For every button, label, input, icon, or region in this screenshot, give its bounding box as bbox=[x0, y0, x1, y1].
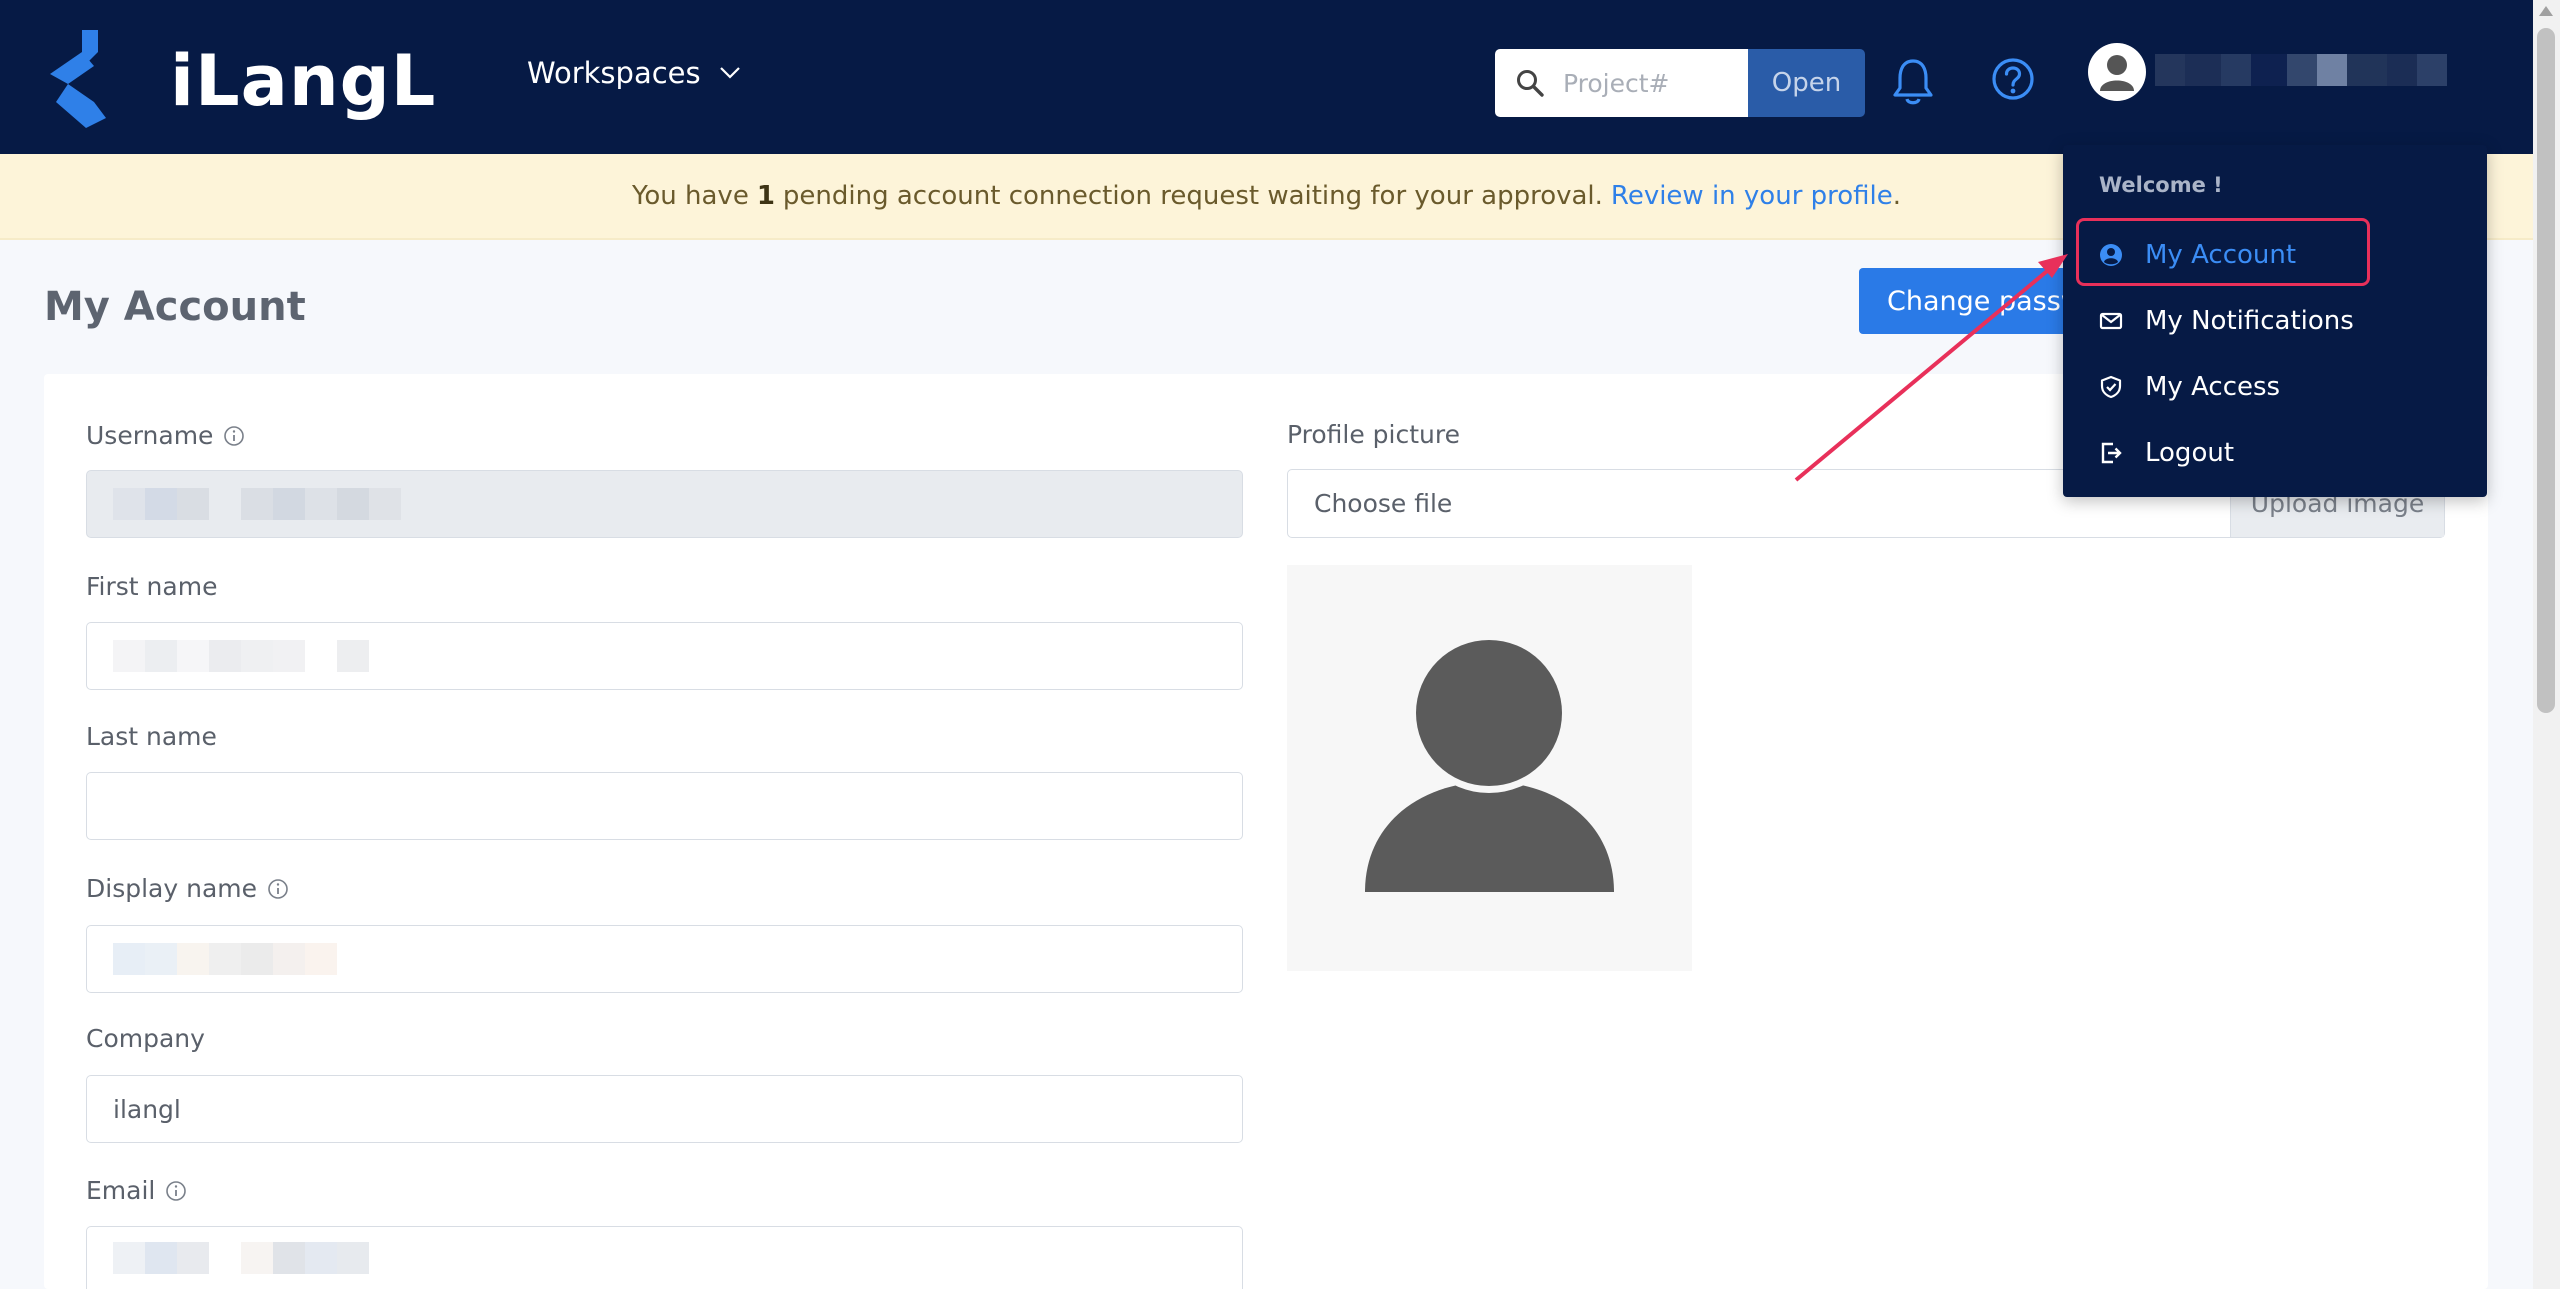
profile-picture-preview bbox=[1287, 565, 1692, 971]
company-field[interactable]: ilangl bbox=[86, 1075, 1243, 1143]
username-redacted[interactable] bbox=[2155, 54, 2447, 86]
logo-mark-icon bbox=[50, 30, 106, 128]
first-name-label: First name bbox=[86, 572, 218, 601]
last-name-label-row: Last name bbox=[86, 722, 217, 751]
display-name-value-redacted bbox=[113, 943, 337, 975]
company-value: ilangl bbox=[113, 1094, 181, 1124]
project-search-box bbox=[1495, 49, 1748, 117]
scroll-up-arrow-icon[interactable] bbox=[2539, 6, 2553, 16]
user-dropdown-menu: Welcome ! My Account My Notifications My… bbox=[2063, 145, 2487, 497]
scrollbar-thumb[interactable] bbox=[2537, 28, 2555, 713]
banner-suffix: . bbox=[1892, 181, 1902, 211]
top-navbar: iLangL Workspaces Open bbox=[0, 0, 2533, 154]
username-value-redacted bbox=[113, 488, 401, 520]
menu-item-label: My Notifications bbox=[2145, 306, 2354, 336]
banner-prefix: You have bbox=[631, 181, 749, 211]
dropdown-welcome: Welcome ! bbox=[2099, 173, 2223, 197]
info-icon[interactable] bbox=[165, 1180, 187, 1202]
banner-count: 1 bbox=[756, 181, 775, 211]
display-name-label-row: Display name bbox=[86, 874, 289, 903]
page-title: My Account bbox=[44, 284, 306, 330]
first-name-value-redacted bbox=[113, 640, 369, 672]
company-label-row: Company bbox=[86, 1024, 205, 1053]
first-name-field[interactable] bbox=[86, 622, 1243, 690]
menu-item-logout[interactable]: Logout bbox=[2099, 438, 2234, 468]
menu-item-label: Logout bbox=[2145, 438, 2235, 468]
brand-logo[interactable]: iLangL bbox=[42, 22, 435, 132]
bell-icon[interactable] bbox=[1890, 56, 1936, 106]
company-label: Company bbox=[86, 1024, 205, 1053]
email-label-row: Email bbox=[86, 1176, 187, 1205]
last-name-label: Last name bbox=[86, 722, 217, 751]
page-scrollbar[interactable] bbox=[2533, 0, 2560, 1289]
choose-file-placeholder: Choose file bbox=[1314, 489, 1453, 518]
display-name-field[interactable] bbox=[86, 925, 1243, 993]
annotation-highlight-box bbox=[2076, 218, 2370, 286]
envelope-icon bbox=[2099, 312, 2123, 330]
project-search-input[interactable] bbox=[1563, 68, 1743, 98]
user-silhouette-icon bbox=[2100, 55, 2134, 91]
menu-item-my-notifications[interactable]: My Notifications bbox=[2099, 306, 2354, 336]
username-label-row: Username bbox=[86, 421, 245, 450]
menu-item-my-access[interactable]: My Access bbox=[2099, 372, 2280, 402]
open-project-button[interactable]: Open bbox=[1748, 49, 1865, 117]
help-icon[interactable] bbox=[1990, 56, 2036, 102]
menu-item-label: My Access bbox=[2145, 372, 2281, 402]
brand-name: iLangL bbox=[170, 40, 437, 122]
workspaces-menu[interactable]: Workspaces bbox=[527, 56, 741, 90]
review-profile-link[interactable]: Review in your profile bbox=[1611, 181, 1893, 211]
email-field[interactable] bbox=[86, 1226, 1243, 1289]
last-name-field[interactable] bbox=[86, 772, 1243, 840]
profile-picture-label: Profile picture bbox=[1287, 420, 1460, 449]
chevron-down-icon bbox=[719, 67, 740, 79]
email-label: Email bbox=[86, 1176, 156, 1205]
username-label: Username bbox=[86, 421, 214, 450]
workspaces-label: Workspaces bbox=[527, 56, 701, 90]
display-name-label: Display name bbox=[86, 874, 257, 903]
user-avatar[interactable] bbox=[2088, 43, 2146, 101]
banner-message: pending account connection request waiti… bbox=[782, 181, 1603, 211]
profile-picture-label-row: Profile picture bbox=[1287, 420, 1460, 449]
first-name-label-row: First name bbox=[86, 572, 217, 601]
search-icon bbox=[1517, 70, 1544, 97]
logout-icon bbox=[2101, 442, 2122, 464]
info-icon[interactable] bbox=[223, 425, 245, 447]
info-icon[interactable] bbox=[267, 878, 289, 900]
username-field bbox=[86, 470, 1243, 538]
default-avatar-icon bbox=[1365, 633, 1614, 892]
shield-check-icon bbox=[2100, 375, 2122, 399]
email-value-redacted bbox=[113, 1242, 369, 1274]
